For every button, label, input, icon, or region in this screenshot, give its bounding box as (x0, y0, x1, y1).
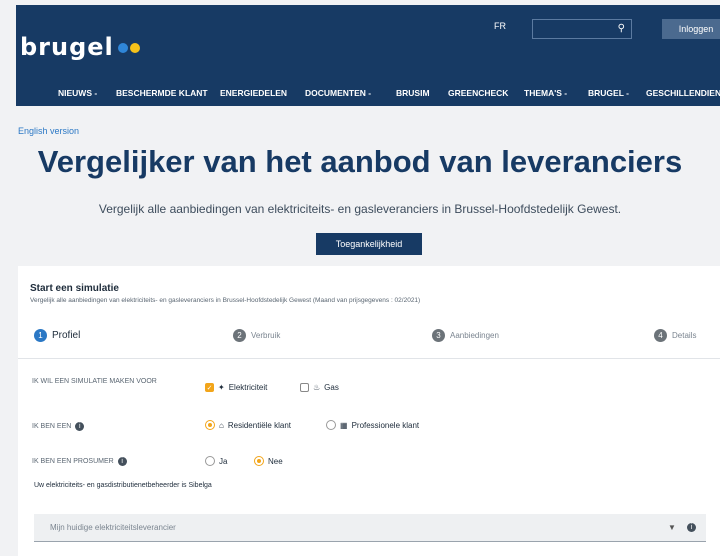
radio-unselected[interactable] (205, 456, 215, 466)
accessibility-button[interactable]: Toegankelijkheid (316, 233, 422, 255)
checkbox-unchecked[interactable] (300, 383, 309, 392)
option-gas[interactable]: ♨ Gas (300, 383, 339, 392)
english-version-link[interactable]: English version (18, 126, 79, 136)
flame-icon: ♨ (313, 383, 321, 392)
step-number: 2 (233, 329, 246, 342)
nav-item-themas[interactable]: THEMA'S - (524, 88, 567, 98)
login-button[interactable]: Inloggen (662, 19, 720, 39)
option-professional[interactable]: ▦ Professionele klant (326, 420, 419, 430)
info-icon[interactable]: i (75, 421, 85, 431)
radio-selected[interactable] (205, 420, 215, 430)
simulation-description: Vergelijk alle aanbiedingen van elektric… (30, 297, 421, 304)
step-label: Aanbiedingen (450, 331, 499, 340)
language-switch[interactable]: FR (494, 21, 506, 31)
checkbox-checked[interactable]: ✓ (205, 383, 214, 392)
field-label-prosumer: IK BEN EEN PROSUMER i (32, 456, 127, 467)
chevron-down-icon[interactable]: ▼ (668, 523, 676, 532)
option-label: Gas (324, 383, 339, 392)
nav-item-brugel[interactable]: BRUGEL - (588, 88, 629, 98)
step-aanbiedingen[interactable]: 3 Aanbiedingen (432, 329, 499, 342)
search-icon[interactable]: ⚲ (618, 23, 625, 34)
info-icon[interactable]: i (117, 456, 127, 466)
step-details[interactable]: 4 Details (654, 329, 696, 342)
main-nav: NIEUWS - BESCHERMDE KLANT ENERGIEDELEN D… (16, 83, 720, 103)
option-elektriciteit[interactable]: ✓ ✦ Elektriciteit (205, 383, 267, 392)
brugel-logo[interactable]: brugel (20, 33, 140, 61)
step-number: 1 (34, 329, 47, 342)
step-label: Profiel (52, 330, 81, 341)
radio-unselected[interactable] (326, 420, 336, 430)
field-label-i-am: IK BEN EEN i (32, 421, 85, 432)
nav-item-documenten[interactable]: DOCUMENTEN - (305, 88, 371, 98)
divider (18, 358, 720, 359)
step-label: Details (672, 331, 697, 340)
step-number: 4 (654, 329, 667, 342)
top-header: brugel FR ⚲ Inloggen NIEUWS - BESCHERMDE… (16, 5, 720, 106)
nav-item-brusim[interactable]: BRUSIM (396, 88, 430, 98)
field-label-simulation-for: IK WIL EEN SIMULATIE MAKEN VOOR (32, 378, 157, 385)
nav-item-geschillendienst[interactable]: GESCHILLENDIENST (646, 88, 720, 98)
nav-item-nieuws[interactable]: NIEUWS - (58, 88, 97, 98)
logo-dot-blue (117, 43, 128, 53)
select-placeholder: Mijn huidige elektriciteitsleverancier (50, 523, 176, 532)
info-icon[interactable]: i (687, 523, 696, 532)
step-verbruik[interactable]: 2 Verbruik (233, 329, 280, 342)
logo-dot-yellow (129, 43, 140, 53)
step-profiel[interactable]: 1 Profiel (34, 329, 80, 342)
home-icon: ⌂ (219, 420, 224, 430)
page-title: Vergelijker van het aanbod van leveranci… (37, 144, 683, 179)
building-icon: ▦ (340, 420, 348, 430)
field-label-text: IK BEN EEN (32, 423, 72, 430)
nav-item-energiedelen[interactable]: ENERGIEDELEN (220, 88, 287, 98)
field-label-text: IK BEN EEN PROSUMER (32, 458, 114, 465)
option-ja[interactable]: Ja (205, 456, 227, 466)
option-label: Elektriciteit (228, 383, 268, 392)
step-number: 3 (432, 329, 445, 342)
option-nee[interactable]: Nee (254, 456, 283, 466)
nav-item-beschermde-klant[interactable]: BESCHERMDE KLANT (116, 88, 208, 98)
option-label: Professionele klant (351, 420, 420, 430)
distributor-note: Uw elektriciteits- en gasdistributienetb… (34, 482, 212, 489)
radio-selected[interactable] (254, 456, 264, 466)
search-input[interactable]: ⚲ (532, 19, 632, 39)
logo-text: brugel (20, 33, 114, 61)
option-label: Nee (268, 456, 283, 466)
step-label: Verbruik (251, 331, 281, 340)
option-label: Residentiële klant (227, 420, 291, 430)
supplier-select[interactable]: Mijn huidige elektriciteitsleverancier ▼… (34, 514, 706, 542)
page-subtitle: Vergelijk alle aanbiedingen van elektric… (98, 202, 622, 216)
lightning-icon: ✦ (218, 383, 225, 392)
option-residential[interactable]: ⌂ Residentiële klant (205, 420, 291, 430)
option-label: Ja (219, 456, 228, 466)
simulation-panel: Start een simulatie Vergelijk alle aanbi… (18, 266, 720, 556)
nav-item-greencheck[interactable]: GREENCHECK (448, 88, 508, 98)
simulation-title: Start een simulatie (30, 283, 119, 294)
